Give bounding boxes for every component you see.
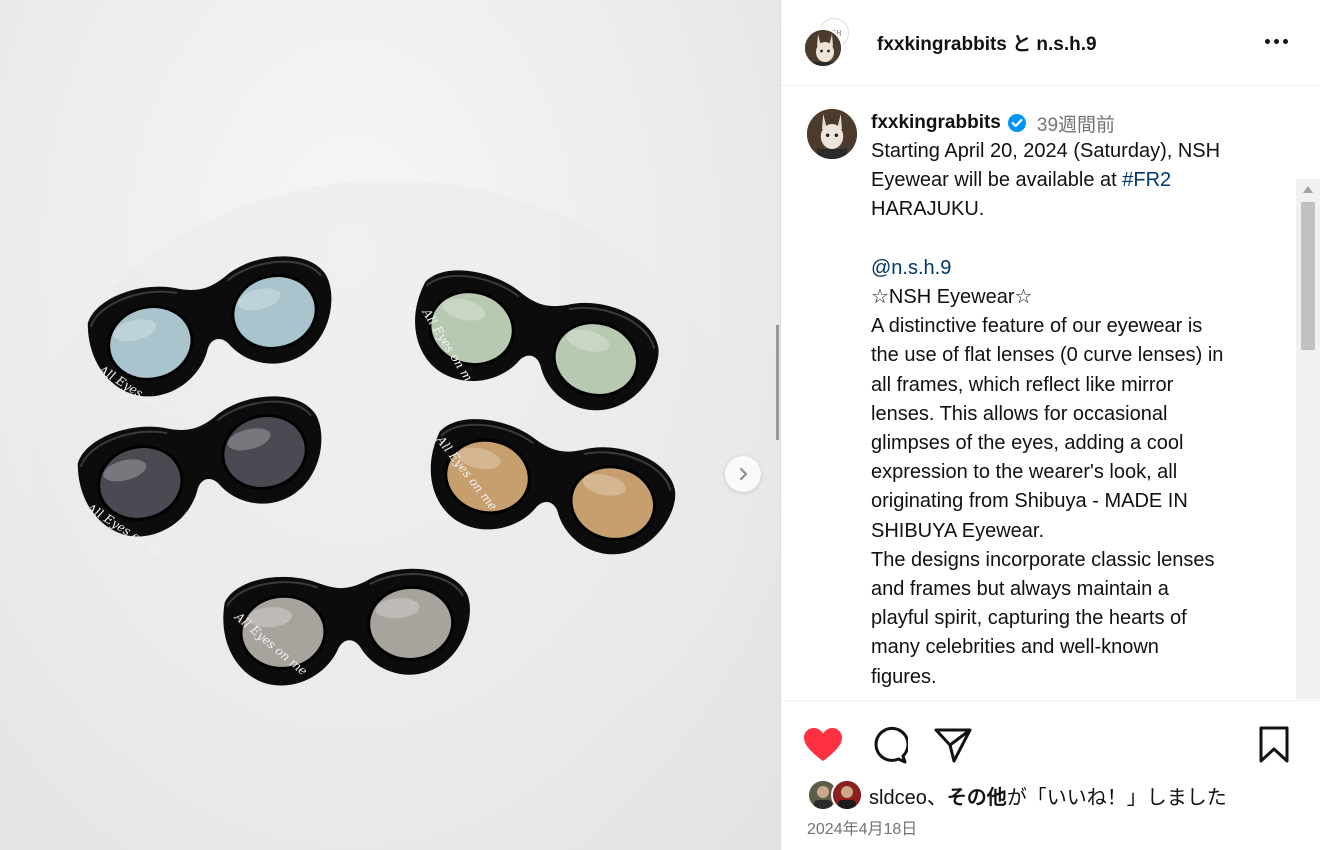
more-dot-icon	[1273, 38, 1279, 44]
hashtag-link[interactable]: #FR2	[1122, 169, 1171, 191]
caption-line: Eyewear will be available at #FR2	[871, 166, 1281, 195]
caption-line: Starting April 20, 2024 (Saturday), NSH	[871, 140, 1221, 162]
more-dot-icon	[1264, 38, 1270, 44]
caption-time[interactable]: 39週間前	[1037, 110, 1115, 137]
post-date[interactable]: 2024年4月18日	[807, 815, 917, 839]
person-avatar-icon	[833, 781, 861, 809]
collab-avatars[interactable]: NSH	[803, 18, 849, 68]
caption-scroll-area[interactable]: fxxkingrabbits 39週間前 Starting April 20, …	[781, 87, 1320, 699]
save-button[interactable]	[1254, 725, 1294, 765]
rabbit-avatar-icon	[807, 109, 857, 159]
share-button[interactable]	[933, 725, 973, 765]
likes-separator: 、	[926, 786, 947, 809]
likes-others-link[interactable]: その他	[947, 787, 1007, 809]
caption-paragraph: A distinctive feature of our eyewear is …	[871, 315, 1224, 688]
post-image[interactable]: All Eyes on me All Eyes on me All Eyes o…	[0, 0, 780, 850]
comment-button[interactable]	[869, 725, 909, 765]
likes-text: sldceo、その他が「いいね！」しました	[869, 781, 1227, 810]
caption-text: Starting April 20, 2024 (Saturday), NSH E…	[871, 137, 1281, 692]
paper-plane-icon	[934, 728, 972, 763]
comment-bubble-icon	[874, 726, 908, 764]
bookmark-icon	[1259, 726, 1289, 763]
post-actions: sldceo、その他が「いいね！」しました 2024年4月18日	[781, 700, 1320, 850]
mention-link[interactable]: @n.s.h.9	[871, 254, 1281, 283]
liker-avatars[interactable]	[807, 778, 865, 812]
eyewear-photo: All Eyes on me All Eyes on me All Eyes o…	[30, 180, 750, 780]
likes-suffix: が「いいね！」しました	[1006, 786, 1227, 809]
caption-avatar[interactable]	[807, 109, 857, 159]
post-authors[interactable]: fxxkingrabbits と n.s.h.9	[877, 29, 1097, 56]
like-button[interactable]	[803, 725, 843, 765]
caption-title-line: ☆NSH Eyewear☆	[871, 286, 1033, 308]
liker-avatar[interactable]	[831, 779, 863, 811]
scrollbar-thumb[interactable]	[1301, 202, 1315, 350]
likes-summary: sldceo、その他が「いいね！」しました	[807, 777, 1227, 813]
next-image-button[interactable]	[725, 456, 761, 492]
caption-line-text: Eyewear will be available at	[871, 169, 1123, 192]
rabbit-avatar-icon	[805, 30, 841, 66]
verified-badge-icon	[1007, 114, 1026, 132]
heart-filled-icon	[804, 728, 842, 761]
scroll-up-arrow-icon[interactable]	[1303, 186, 1313, 193]
caption: fxxkingrabbits 39週間前 Starting April 20, …	[871, 109, 1281, 692]
post-side-panel: NSH fxxkingrabbits と n.s.h.9	[781, 0, 1320, 850]
caption-username[interactable]: fxxkingrabbits	[871, 112, 1001, 134]
more-dot-icon	[1282, 38, 1288, 44]
caption-scrollbar[interactable]	[1296, 179, 1320, 699]
liker-username[interactable]: sldceo	[869, 787, 927, 809]
image-edge-marker	[776, 325, 779, 440]
post-header: NSH fxxkingrabbits と n.s.h.9	[781, 0, 1320, 86]
more-options-button[interactable]	[1261, 26, 1291, 56]
caption-header: fxxkingrabbits 39週間前	[871, 109, 1281, 137]
chevron-right-icon	[739, 467, 748, 481]
caption-line: HARAJUKU.	[871, 198, 985, 221]
avatar-fxxkingrabbits[interactable]	[803, 28, 843, 68]
